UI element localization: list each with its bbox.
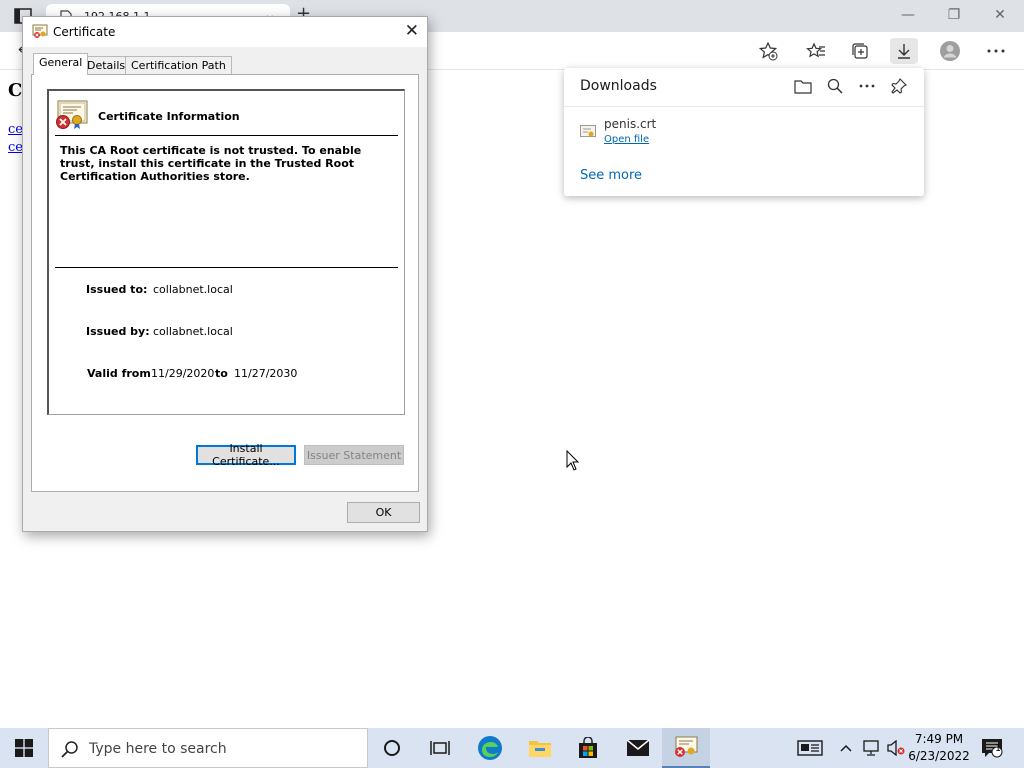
notification-count: 1 <box>995 744 1001 754</box>
general-tab-panel: Certificate Information This CA Root cer… <box>31 74 419 492</box>
edge-taskbar-button[interactable] <box>466 728 514 768</box>
mail-button[interactable] <box>614 728 662 768</box>
more-icon <box>987 49 1005 53</box>
downloads-button[interactable] <box>890 38 918 64</box>
file-explorer-button[interactable] <box>516 728 564 768</box>
certificate-icon <box>675 736 698 757</box>
tab-details[interactable]: Details <box>81 56 132 75</box>
taskbar-clock[interactable]: 7:49 PM 6/23/2022 <box>908 731 970 765</box>
mouse-cursor-icon <box>566 449 580 474</box>
network-button[interactable] <box>860 738 884 758</box>
issued-to-label: Issued to: <box>86 283 148 296</box>
tab-general[interactable]: General <box>33 53 89 75</box>
task-view-icon <box>430 741 450 755</box>
divider <box>55 267 398 268</box>
install-certificate-button[interactable]: Install Certificate... <box>196 442 296 468</box>
certificate-info-box: Certificate Information This CA Root cer… <box>47 89 405 415</box>
dialog-close-button[interactable]: ✕ <box>405 21 419 41</box>
network-icon <box>863 740 879 756</box>
divider <box>55 135 398 136</box>
valid-from-value: 11/29/2020 <box>151 367 215 380</box>
search-downloads-icon[interactable] <box>824 76 846 96</box>
certificate-taskbar-button[interactable] <box>662 728 710 768</box>
avatar-icon <box>940 41 960 61</box>
collections-icon <box>852 43 868 59</box>
windows-logo-icon <box>15 739 33 757</box>
news-icon <box>797 740 823 756</box>
minimize-button[interactable]: — <box>886 4 930 26</box>
download-icon <box>898 44 910 59</box>
folder-icon <box>529 741 551 757</box>
issued-to-value: collabnet.local <box>153 283 233 296</box>
see-more-link[interactable]: See more <box>580 168 642 183</box>
tab-certification-path[interactable]: Certification Path <box>125 56 232 75</box>
search-icon <box>61 740 79 761</box>
clock-date: 6/23/2022 <box>908 749 970 763</box>
untrusted-certificate-icon <box>55 100 89 133</box>
ok-button[interactable]: OK <box>347 502 420 523</box>
downloads-panel: Downloads penis.crt Open file See more <box>564 68 924 196</box>
news-widget-button[interactable] <box>796 738 824 758</box>
more-options-icon[interactable] <box>856 76 878 96</box>
cortana-button[interactable] <box>368 728 416 768</box>
favorites-icon <box>806 42 825 58</box>
store-icon <box>579 737 597 758</box>
notifications-button[interactable]: 1 <box>980 738 1004 758</box>
issuer-statement-button[interactable]: Issuer Statement <box>304 445 404 465</box>
open-folder-icon[interactable] <box>792 76 814 96</box>
cortana-icon <box>384 740 400 756</box>
add-favorite-button[interactable] <box>754 38 782 64</box>
valid-to-value: 11/27/2030 <box>234 367 298 380</box>
mail-icon <box>626 739 650 756</box>
page-heading: C <box>8 80 23 101</box>
search-placeholder: Type here to search <box>89 741 227 757</box>
certificate-icon <box>32 24 48 42</box>
volume-button[interactable] <box>884 738 908 758</box>
task-view-button[interactable] <box>416 728 464 768</box>
settings-more-button[interactable] <box>982 38 1010 64</box>
download-filename[interactable]: penis.crt <box>604 117 656 131</box>
restore-button[interactable]: ❐ <box>932 4 976 26</box>
favorites-button[interactable] <box>802 38 830 64</box>
trust-warning-message: This CA Root certificate is not trusted.… <box>60 144 362 183</box>
certificate-dialog: Certificate ✕ General Details Certificat… <box>22 16 428 532</box>
taskbar: Type here to search 7:49 PM 6/23/2022 1 <box>0 728 1024 768</box>
pin-icon[interactable] <box>888 76 910 96</box>
collections-button[interactable] <box>846 38 874 64</box>
dialog-title: Certificate <box>53 25 116 39</box>
taskbar-search-box[interactable]: Type here to search <box>48 728 368 768</box>
page-link[interactable]: ce <box>8 140 23 155</box>
valid-from-label: Valid from <box>87 367 151 380</box>
window-close-button[interactable]: ✕ <box>978 4 1022 26</box>
dialog-titlebar[interactable]: Certificate ✕ <box>23 17 427 47</box>
certificate-file-icon <box>580 125 596 142</box>
downloads-title: Downloads <box>580 78 657 94</box>
profile-button[interactable] <box>936 38 964 64</box>
show-hidden-icons-button[interactable] <box>836 738 856 758</box>
chevron-up-icon <box>840 744 852 752</box>
divider <box>564 106 924 107</box>
add-favorite-icon <box>758 41 778 61</box>
start-button[interactable] <box>0 728 48 768</box>
store-button[interactable] <box>564 728 612 768</box>
certificate-info-heading: Certificate Information <box>98 110 240 123</box>
page-link[interactable]: ce <box>8 122 23 137</box>
edge-icon <box>478 736 502 760</box>
volume-muted-icon <box>887 740 905 756</box>
clock-time: 7:49 PM <box>914 732 964 746</box>
issued-by-value: collabnet.local <box>153 325 233 338</box>
open-file-link[interactable]: Open file <box>604 134 649 145</box>
valid-to-label: to <box>215 367 228 380</box>
issued-by-label: Issued by: <box>86 325 150 338</box>
